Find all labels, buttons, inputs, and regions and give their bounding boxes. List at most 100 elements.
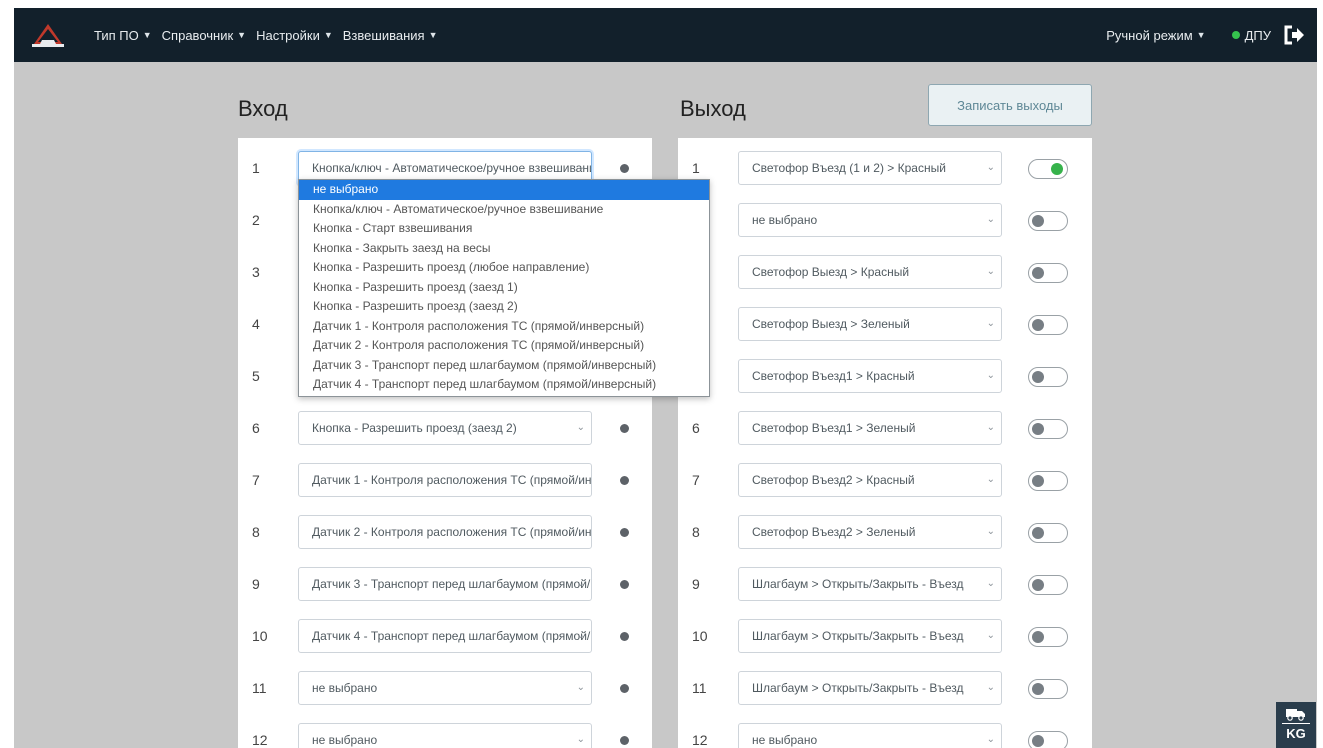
select-value: не выбрано <box>752 733 818 747</box>
output-toggle-switch[interactable] <box>1028 367 1068 387</box>
input-state-indicator-icon <box>620 736 629 745</box>
select-value: Датчик 2 - Контроля расположения ТС (пря… <box>312 525 592 539</box>
input-type-select[interactable]: Кнопка - Разрешить проезд (заезд 2) ⌄ <box>298 411 592 445</box>
output-type-select[interactable]: Шлагбаум > Открыть/Закрыть - Въезд ⌄ <box>738 619 1002 653</box>
chevron-down-icon: ⌄ <box>986 630 995 641</box>
input-row-number: 2 <box>252 212 260 228</box>
chevron-down-icon: ⌄ <box>986 682 995 693</box>
caret-down-icon: ▼ <box>1196 30 1206 40</box>
output-type-select[interactable]: не выбрано ⌄ <box>738 203 1002 237</box>
dropdown-option[interactable]: Кнопка - Старт взвешивания <box>299 219 709 239</box>
input-row-number: 6 <box>252 420 260 436</box>
output-toggle-switch[interactable] <box>1028 471 1068 491</box>
output-toggle-switch[interactable] <box>1028 159 1068 179</box>
caret-down-icon: ▼ <box>142 30 152 40</box>
navbar-right: Ручной режим ▼ ДПУ <box>1106 8 1305 62</box>
output-row-number: 11 <box>692 680 707 696</box>
input-row-number: 1 <box>252 160 260 176</box>
input-state-indicator-icon <box>620 684 629 693</box>
output-row: 7 Светофор Въезд2 > Красный ⌄ <box>678 454 1092 506</box>
select-value: Кнопка/ключ - Автоматическое/ручное взве… <box>312 161 592 175</box>
output-toggle-switch[interactable] <box>1028 419 1068 439</box>
input-type-select[interactable]: не выбрано ⌄ <box>298 723 592 748</box>
select-value: Шлагбаум > Открыть/Закрыть - Въезд <box>752 629 964 643</box>
output-toggle-switch[interactable] <box>1028 731 1068 748</box>
dropdown-option[interactable]: Кнопка - Разрешить проезд (заезд 2) <box>299 297 709 317</box>
dropdown-option[interactable]: Кнопка - Разрешить проезд (любое направл… <box>299 258 709 278</box>
input-row-number: 10 <box>252 628 268 644</box>
output-toggle-switch[interactable] <box>1028 315 1068 335</box>
scale-logo-icon[interactable] <box>28 20 68 50</box>
input-row: 12 не выбрано ⌄ <box>238 714 652 748</box>
output-toggle-switch[interactable] <box>1028 627 1068 647</box>
input-type-select[interactable]: не выбрано ⌄ <box>298 671 592 705</box>
toggle-knob <box>1032 474 1044 487</box>
select-value: Светофор Выезд > Зеленый <box>752 317 910 331</box>
menu-label: Взвешивания <box>342 27 425 43</box>
select-value: не выбрано <box>312 733 378 747</box>
output-toggle-switch[interactable] <box>1028 679 1068 699</box>
window-frame <box>1317 0 1323 748</box>
output-row: 10 Шлагбаум > Открыть/Закрыть - Въезд ⌄ <box>678 610 1092 662</box>
output-row: 9 Шлагбаум > Открыть/Закрыть - Въезд ⌄ <box>678 558 1092 610</box>
output-type-select[interactable]: Светофор Въезд2 > Зеленый ⌄ <box>738 515 1002 549</box>
dropdown-option[interactable]: Кнопка - Закрыть заезд на весы <box>299 239 709 259</box>
input-type-select[interactable]: Датчик 3 - Транспорт перед шлагбаумом (п… <box>298 567 592 601</box>
input-type-select[interactable]: Датчик 2 - Контроля расположения ТС (пря… <box>298 515 592 549</box>
dropdown-option[interactable]: Датчик 1 - Контроля расположения ТС (пря… <box>299 317 709 337</box>
menu-software-type[interactable]: Тип ПО ▼ <box>94 28 152 43</box>
output-type-select[interactable]: не выбрано ⌄ <box>738 723 1002 748</box>
mode-dropdown[interactable]: Ручной режим ▼ <box>1106 28 1205 43</box>
dropdown-option[interactable]: Датчик 3 - Транспорт перед шлагбаумом (п… <box>299 356 709 376</box>
chevron-down-icon: ⌄ <box>576 630 585 641</box>
input-type-select[interactable]: Датчик 4 - Транспорт перед шлагбаумом (п… <box>298 619 592 653</box>
window-frame <box>0 0 14 748</box>
top-navbar: Тип ПО ▼ Справочник ▼ Настройки ▼ Взвешиван… <box>14 8 1317 62</box>
inputs-title: Вход <box>238 96 288 121</box>
output-type-select[interactable]: Светофор Въезд1 > Красный ⌄ <box>738 359 1002 393</box>
output-type-select[interactable]: Светофор Въезд2 > Красный ⌄ <box>738 463 1002 497</box>
output-type-select[interactable]: Светофор Выезд > Красный ⌄ <box>738 255 1002 289</box>
dropdown-option[interactable]: Датчик 4 - Транспорт перед шлагбаумом (п… <box>299 375 709 395</box>
write-outputs-button[interactable]: Записать выходы <box>928 84 1092 126</box>
output-toggle-switch[interactable] <box>1028 575 1068 595</box>
output-toggle-switch[interactable] <box>1028 263 1068 283</box>
output-type-select[interactable]: Светофор Выезд > Зеленый ⌄ <box>738 307 1002 341</box>
input-state-indicator-icon <box>620 580 629 589</box>
select-value: не выбрано <box>752 213 818 227</box>
input-row-number: 12 <box>252 732 268 748</box>
kg-badge[interactable]: KG <box>1276 702 1316 748</box>
output-type-select[interactable]: Шлагбаум > Открыть/Закрыть - Въезд ⌄ <box>738 567 1002 601</box>
output-row: 6 Светофор Въезд1 > Зеленый ⌄ <box>678 402 1092 454</box>
dropdown-option[interactable]: не выбрано <box>299 180 709 200</box>
output-toggle-switch[interactable] <box>1028 211 1068 231</box>
menu-weighings[interactable]: Взвешивания ▼ <box>343 28 438 43</box>
chevron-down-icon: ⌄ <box>576 682 585 693</box>
input-state-indicator-icon <box>620 528 629 537</box>
input-row: 8 Датчик 2 - Контроля расположения ТС (пр… <box>238 506 652 558</box>
output-type-select[interactable]: Шлагбаум > Открыть/Закрыть - Въезд ⌄ <box>738 671 1002 705</box>
select-value: Светофор Въезд1 > Зеленый <box>752 421 916 435</box>
input-type-select[interactable]: Датчик 1 - Контроля расположения ТС (пря… <box>298 463 592 497</box>
menu-reference[interactable]: Справочник ▼ <box>162 28 246 43</box>
toggle-knob <box>1051 162 1063 175</box>
select-value: Кнопка - Разрешить проезд (заезд 2) <box>312 421 517 435</box>
dropdown-option[interactable]: Кнопка/ключ - Автоматическое/ручное взве… <box>299 200 709 220</box>
select-value: Светофор Въезд1 > Красный <box>752 369 915 383</box>
chevron-down-icon: ⌄ <box>986 578 995 589</box>
toggle-knob <box>1032 214 1044 227</box>
input-row: 6 Кнопка - Разрешить проезд (заезд 2) ⌄ <box>238 402 652 454</box>
chevron-down-icon: ⌄ <box>986 422 995 433</box>
output-row: 1 Светофор Въезд (1 и 2) > Красный ⌄ <box>678 142 1092 194</box>
toggle-knob <box>1032 682 1044 695</box>
output-type-select[interactable]: Светофор Въезд1 > Зеленый ⌄ <box>738 411 1002 445</box>
dropdown-option[interactable]: Кнопка - Разрешить проезд (заезд 1) <box>299 278 709 298</box>
output-type-select[interactable]: Светофор Въезд (1 и 2) > Красный ⌄ <box>738 151 1002 185</box>
output-toggle-switch[interactable] <box>1028 523 1068 543</box>
chevron-down-icon: ⌄ <box>986 162 995 173</box>
dropdown-option[interactable]: Датчик 2 - Контроля расположения ТС (пря… <box>299 336 709 356</box>
logout-icon[interactable] <box>1283 24 1305 46</box>
menu-settings[interactable]: Настройки ▼ <box>256 28 333 43</box>
output-row-number: 7 <box>692 472 700 488</box>
input-type-dropdown-list[interactable]: не выбрано Кнопка/ключ - Автоматическое/р… <box>298 179 710 397</box>
